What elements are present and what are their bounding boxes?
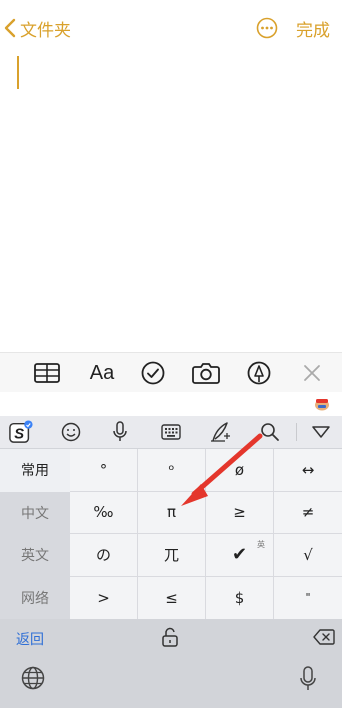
delete-backspace-icon[interactable] xyxy=(313,629,335,645)
search-button[interactable] xyxy=(258,420,282,444)
camera-button[interactable] xyxy=(191,360,221,386)
superscript-hint: 英 xyxy=(257,539,265,549)
search-icon xyxy=(261,423,279,441)
done-button[interactable]: 完成 xyxy=(296,16,330,41)
symbol-key[interactable]: " xyxy=(274,577,342,620)
table-button[interactable] xyxy=(33,360,61,386)
mascot-icon[interactable] xyxy=(314,397,330,411)
checklist-icon xyxy=(141,361,165,385)
keyboard-switch-button[interactable] xyxy=(159,420,183,444)
text-cursor xyxy=(17,56,19,89)
collapse-icon xyxy=(312,426,330,438)
system-keyboard-row xyxy=(0,657,342,708)
symbol-key[interactable]: ≥ xyxy=(206,491,274,534)
emoji-button[interactable] xyxy=(59,420,83,444)
toolbar-divider xyxy=(296,423,297,441)
category-chinese[interactable]: 中文 xyxy=(0,492,70,535)
voice-input-button[interactable] xyxy=(108,420,132,444)
back-to-folders-button[interactable]: 文件夹 xyxy=(4,14,71,42)
symbol-category-list: 常用 中文 英文 网络 xyxy=(0,449,70,619)
keyboard-toolbar: S xyxy=(0,416,342,448)
keyboard-icon xyxy=(161,424,181,440)
symbol-key-pi[interactable]: π xyxy=(138,491,206,534)
markup-pen-icon xyxy=(247,361,271,385)
format-toolbar: Aa xyxy=(0,352,342,392)
text-format-icon: Aa xyxy=(89,361,115,384)
back-label: 文件夹 xyxy=(20,20,71,41)
emoji-icon xyxy=(61,422,81,442)
symbol-key[interactable]: ≤ xyxy=(138,576,206,619)
checklist-button[interactable] xyxy=(140,360,166,386)
handwriting-icon xyxy=(211,422,230,442)
sogou-logo-button[interactable]: S xyxy=(9,420,33,444)
category-internet[interactable]: 网络 xyxy=(0,577,70,620)
sogou-logo-icon: S xyxy=(9,420,33,443)
category-english[interactable]: 英文 xyxy=(0,534,70,577)
symbol-key[interactable]: ‰ xyxy=(70,491,138,534)
symbol-key[interactable]: 兀 xyxy=(138,534,206,577)
close-format-bar-button[interactable] xyxy=(300,360,324,386)
symbol-key[interactable]: ≠ xyxy=(274,492,342,534)
chevron-left-icon xyxy=(4,18,16,38)
sogou-keyboard: S 常用 中文 英文 网络 ° ᵒ ø ↔ ‰ π ≥ ≠ の 兀 ✔ √ > … xyxy=(0,416,342,708)
text-format-button[interactable]: Aa xyxy=(86,360,118,386)
symbol-key[interactable]: ° xyxy=(70,449,138,492)
markup-button[interactable] xyxy=(246,360,272,386)
symbol-key[interactable]: ø xyxy=(206,449,274,492)
category-common[interactable]: 常用 xyxy=(0,449,70,492)
symbol-key-dollar[interactable]: $ 英 xyxy=(206,540,274,619)
symbol-key-label: $ xyxy=(234,588,245,607)
globe-icon[interactable] xyxy=(21,666,45,690)
symbol-grid: ° ᵒ ø ↔ ‰ π ≥ ≠ の 兀 ✔ √ > ≤ $ 英 " xyxy=(70,449,342,619)
symbol-key[interactable]: > xyxy=(70,576,138,619)
symbol-key[interactable]: √ xyxy=(274,534,342,577)
symbol-key[interactable]: の xyxy=(70,534,138,577)
unlock-icon[interactable] xyxy=(161,627,179,647)
dictation-microphone-icon[interactable] xyxy=(299,666,317,692)
camera-icon xyxy=(192,363,220,384)
keyboard-bottom-row: 返回 xyxy=(0,619,342,657)
return-button[interactable]: 返回 xyxy=(16,629,44,649)
symbol-key[interactable]: ↔ xyxy=(274,449,342,492)
ellipsis-circle-icon[interactable] xyxy=(256,17,278,39)
handwriting-button[interactable] xyxy=(208,420,232,444)
symbol-key[interactable]: ᵒ xyxy=(138,449,206,492)
close-icon xyxy=(304,365,320,381)
input-method-strip xyxy=(0,393,342,416)
collapse-keyboard-button[interactable] xyxy=(309,420,333,444)
svg-text:S: S xyxy=(14,426,24,442)
microphone-icon xyxy=(113,421,127,441)
notes-header: 文件夹 完成 xyxy=(0,0,342,56)
table-icon xyxy=(34,363,60,383)
